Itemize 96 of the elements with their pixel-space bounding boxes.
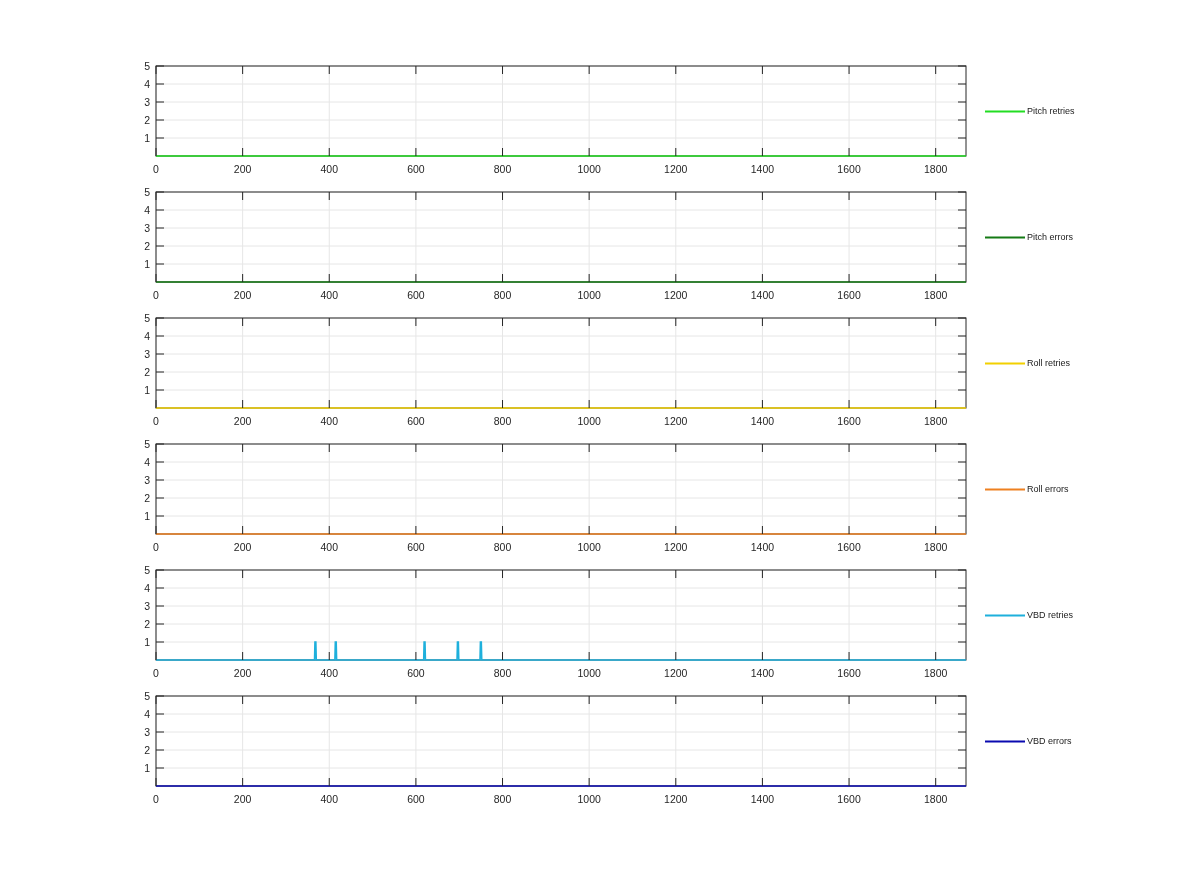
tick-label: 1800 — [924, 793, 948, 805]
tick-label: 1000 — [577, 667, 601, 679]
tick-label: 1400 — [750, 415, 775, 427]
tick-label: 5 — [144, 690, 150, 702]
tick-label: 3 — [144, 348, 150, 360]
tick-label: 2 — [144, 492, 150, 504]
tick-label: 600 — [407, 415, 425, 427]
tick-label: 200 — [233, 415, 252, 427]
legend-label: Roll retries — [1027, 358, 1070, 368]
tick-label: 1 — [144, 258, 150, 270]
tick-label: 1 — [144, 510, 150, 522]
tick-label: 1600 — [837, 163, 861, 175]
tick-label: 600 — [407, 541, 425, 553]
tick-label: 1000 — [577, 541, 601, 553]
legend-label: Pitch errors — [1027, 232, 1073, 242]
tick-label: 1000 — [577, 793, 601, 805]
tick-label: 1400 — [750, 793, 775, 805]
tick-label: 1 — [144, 132, 150, 144]
tick-label: 1200 — [664, 289, 688, 301]
tick-label: 2 — [144, 366, 150, 378]
tick-label: 3 — [144, 474, 150, 486]
tick-label: 600 — [407, 163, 425, 175]
tick-label: 3 — [144, 600, 150, 612]
tick-label: 2 — [144, 240, 150, 252]
tick-label: 800 — [493, 415, 512, 427]
tick-label: 1000 — [577, 289, 601, 301]
tick-label: 400 — [320, 541, 339, 553]
legend-label: VBD retries — [1027, 610, 1073, 620]
legend-label: Roll errors — [1027, 484, 1069, 494]
tick-label: 1 — [144, 384, 150, 396]
tick-label: 4 — [144, 708, 150, 720]
tick-label: 1600 — [837, 793, 861, 805]
tick-label: 1800 — [924, 289, 948, 301]
tick-label: 1200 — [664, 541, 688, 553]
tick-label: 2 — [144, 744, 150, 756]
tick-label: 400 — [320, 793, 339, 805]
tick-label: 600 — [407, 289, 425, 301]
tick-label: 1800 — [924, 415, 948, 427]
tick-label: 3 — [144, 222, 150, 234]
tick-label: 1 — [144, 762, 150, 774]
tick-label: 4 — [144, 456, 150, 468]
tick-label: 1400 — [750, 541, 775, 553]
tick-label: 4 — [144, 330, 150, 342]
tick-label: 0 — [153, 667, 159, 679]
tick-label: 1800 — [924, 667, 948, 679]
tick-label: 200 — [233, 667, 252, 679]
tick-label: 200 — [233, 163, 252, 175]
tick-label: 4 — [144, 78, 150, 90]
tick-label: 5 — [144, 186, 150, 198]
tick-label: 5 — [144, 312, 150, 324]
legend-label: VBD errors — [1027, 736, 1072, 746]
tick-label: 0 — [153, 289, 159, 301]
tick-label: 200 — [233, 289, 252, 301]
tick-label: 4 — [144, 582, 150, 594]
tick-label: 5 — [144, 564, 150, 576]
tick-label: 1600 — [837, 541, 861, 553]
tick-label: 600 — [407, 793, 425, 805]
tick-label: 0 — [153, 163, 159, 175]
tick-label: 1600 — [837, 415, 861, 427]
tick-label: 400 — [320, 415, 339, 427]
tick-label: 800 — [493, 163, 512, 175]
tick-label: 800 — [493, 667, 512, 679]
tick-label: 400 — [320, 289, 339, 301]
tick-label: 5 — [144, 438, 150, 450]
tick-label: 0 — [153, 415, 159, 427]
tick-label: 1200 — [664, 793, 688, 805]
tick-label: 400 — [320, 163, 339, 175]
tick-label: 1400 — [750, 289, 775, 301]
tick-label: 800 — [493, 793, 512, 805]
tick-label: 1400 — [750, 667, 775, 679]
tick-label: 1400 — [750, 163, 775, 175]
tick-label: 400 — [320, 667, 339, 679]
tick-label: 1600 — [837, 667, 861, 679]
tick-label: 600 — [407, 667, 425, 679]
tick-label: 0 — [153, 541, 159, 553]
tick-label: 1800 — [924, 163, 948, 175]
tick-label: 3 — [144, 726, 150, 738]
legend-label: Pitch retries — [1027, 106, 1075, 116]
tick-label: 2 — [144, 114, 150, 126]
tick-label: 200 — [233, 541, 252, 553]
tick-label: 5 — [144, 60, 150, 72]
tick-label: 1000 — [577, 163, 601, 175]
tick-label: 3 — [144, 96, 150, 108]
tick-label: 4 — [144, 204, 150, 216]
tick-label: 1600 — [837, 289, 861, 301]
tick-label: 200 — [233, 793, 252, 805]
tick-label: 1200 — [664, 163, 688, 175]
tick-label: 800 — [493, 289, 512, 301]
tick-label: 1 — [144, 636, 150, 648]
tick-label: 1000 — [577, 415, 601, 427]
tick-label: 1200 — [664, 415, 688, 427]
tick-label: 800 — [493, 541, 512, 553]
tick-label: 1200 — [664, 667, 688, 679]
tick-label: 0 — [153, 793, 159, 805]
tick-label: 1800 — [924, 541, 948, 553]
tick-label: 2 — [144, 618, 150, 630]
